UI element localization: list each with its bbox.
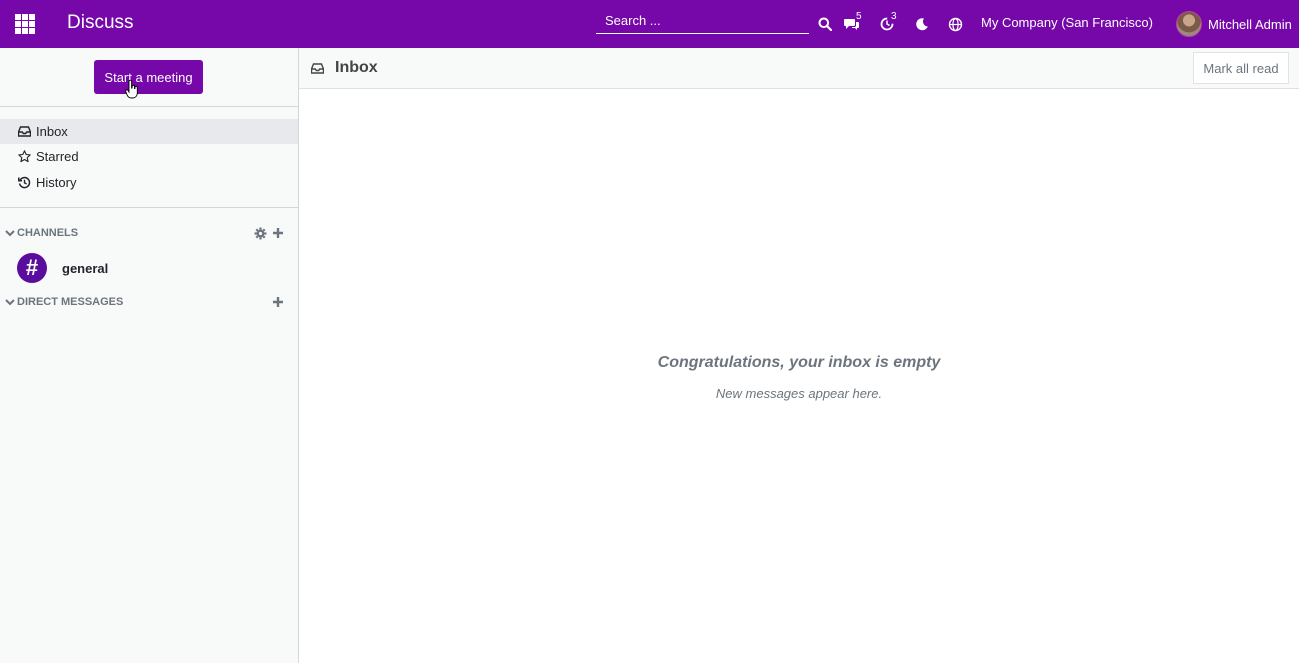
mailbox-starred[interactable]: Starred <box>0 144 298 169</box>
mailbox-label: History <box>36 175 77 190</box>
mailbox-label: Starred <box>36 149 79 164</box>
direct-messages-category-header[interactable]: DIRECT MESSAGES <box>4 293 123 311</box>
search-input[interactable] <box>596 7 809 33</box>
mailbox-label: Inbox <box>36 124 68 139</box>
discuss-sidebar: Start a meeting Inbox Starred History CH… <box>0 48 299 663</box>
company-switcher[interactable]: My Company (San Francisco) <box>981 15 1153 30</box>
thread-title: Inbox <box>311 59 378 77</box>
thread-header: Inbox Mark all read <box>299 48 1299 89</box>
activity-clock-icon[interactable]: 3 <box>877 11 897 34</box>
mailbox-inbox[interactable]: Inbox <box>0 119 298 144</box>
user-avatar <box>1176 11 1202 37</box>
sidebar-divider <box>0 207 298 208</box>
channels-header-label: CHANNELS <box>17 227 79 239</box>
search-bar <box>596 7 809 34</box>
channel-settings-gear-icon[interactable] <box>253 226 267 240</box>
messages-badge: 5 <box>856 11 862 22</box>
activities-badge: 3 <box>891 11 897 22</box>
channel-avatar: # <box>17 253 47 283</box>
chevron-down-icon <box>5 299 15 306</box>
user-name: Mitchell Admin <box>1208 16 1292 32</box>
inbox-icon <box>17 125 31 139</box>
channel-name: general <box>62 260 109 276</box>
sidebar-divider <box>0 106 298 107</box>
channel-item-general[interactable]: # general <box>17 252 298 284</box>
search-icon[interactable] <box>817 14 833 34</box>
mailbox-history[interactable]: History <box>0 170 298 195</box>
empty-inbox-subtitle: New messages appear here. <box>715 386 883 401</box>
chevron-down-icon <box>5 230 15 237</box>
direct-messages-header-label: DIRECT MESSAGES <box>17 296 124 308</box>
language-globe-icon[interactable] <box>947 14 963 34</box>
history-icon <box>17 176 31 190</box>
messages-icon[interactable]: 5 <box>842 11 862 34</box>
empty-inbox-title: Congratulations, your inbox is empty <box>657 354 941 371</box>
app-menu-grid-icon[interactable] <box>15 14 35 34</box>
channels-category-header[interactable]: CHANNELS <box>4 224 78 242</box>
mark-all-read-button[interactable]: Mark all read <box>1193 52 1289 84</box>
start-meeting-button[interactable]: Start a meeting <box>94 60 203 94</box>
dark-mode-moon-icon[interactable] <box>914 14 930 34</box>
add-channel-plus-icon[interactable] <box>271 226 285 240</box>
discuss-main-panel: Inbox Mark all read Congratulations, you… <box>299 48 1299 663</box>
app-title[interactable]: Discuss <box>67 12 134 34</box>
thread-title-label: Inbox <box>335 59 378 76</box>
add-direct-message-plus-icon[interactable] <box>271 295 285 309</box>
top-navbar: Discuss 5 3 My Company (San Francisco) M… <box>0 0 1299 48</box>
inbox-icon <box>311 61 325 75</box>
star-icon <box>17 150 31 164</box>
user-menu[interactable]: Mitchell Admin <box>1176 11 1292 37</box>
